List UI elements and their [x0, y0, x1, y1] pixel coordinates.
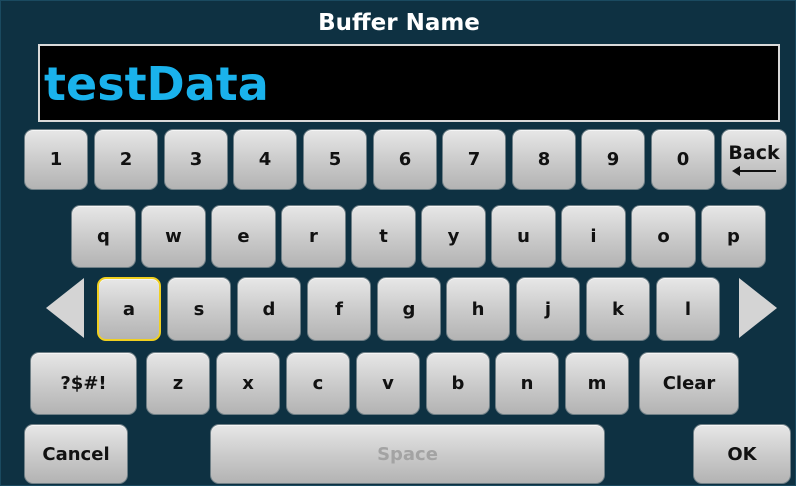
ok-button[interactable]: OK	[693, 424, 791, 484]
arrow-left-icon[interactable]	[46, 278, 84, 338]
key-i[interactable]: i	[561, 205, 626, 268]
key-q[interactable]: q	[71, 205, 136, 268]
key-1[interactable]: 1	[24, 129, 88, 190]
key-w[interactable]: w	[141, 205, 206, 268]
arrow-right-icon[interactable]	[739, 278, 777, 338]
key-y[interactable]: y	[421, 205, 486, 268]
space-button[interactable]: Space	[210, 424, 605, 484]
key-t[interactable]: t	[351, 205, 416, 268]
key-g[interactable]: g	[377, 277, 441, 341]
key-o[interactable]: o	[631, 205, 696, 268]
key-n[interactable]: n	[495, 352, 559, 415]
key-a[interactable]: a	[97, 277, 161, 341]
key-j[interactable]: j	[516, 277, 580, 341]
key-r[interactable]: r	[281, 205, 346, 268]
key-5[interactable]: 5	[303, 129, 367, 190]
back-arrow-icon	[732, 165, 776, 176]
key-d[interactable]: d	[237, 277, 301, 341]
key-v[interactable]: v	[356, 352, 420, 415]
key-b[interactable]: b	[426, 352, 490, 415]
clear-button[interactable]: Clear	[639, 352, 739, 415]
symbols-button[interactable]: ?$#!	[30, 352, 137, 415]
key-l[interactable]: l	[656, 277, 720, 341]
key-c[interactable]: c	[286, 352, 350, 415]
buffer-name-field[interactable]: testData	[38, 44, 780, 122]
key-9[interactable]: 9	[581, 129, 645, 190]
key-2[interactable]: 2	[94, 129, 158, 190]
key-8[interactable]: 8	[512, 129, 576, 190]
key-3[interactable]: 3	[164, 129, 228, 190]
key-0[interactable]: 0	[651, 129, 715, 190]
key-f[interactable]: f	[307, 277, 371, 341]
keyboard-dialog: Buffer Name testData 1 2 3 4 5 6 7 8 9 0…	[0, 0, 796, 486]
key-4[interactable]: 4	[233, 129, 297, 190]
key-e[interactable]: e	[211, 205, 276, 268]
key-7[interactable]: 7	[442, 129, 506, 190]
key-6[interactable]: 6	[373, 129, 437, 190]
back-button[interactable]: Back	[721, 129, 787, 190]
key-m[interactable]: m	[565, 352, 629, 415]
key-x[interactable]: x	[216, 352, 280, 415]
key-k[interactable]: k	[586, 277, 650, 341]
key-s[interactable]: s	[167, 277, 231, 341]
key-h[interactable]: h	[446, 277, 510, 341]
dialog-title: Buffer Name	[318, 10, 480, 36]
key-u[interactable]: u	[491, 205, 556, 268]
cancel-button[interactable]: Cancel	[24, 424, 128, 484]
key-z[interactable]: z	[146, 352, 210, 415]
buffer-name-value: testData	[44, 57, 269, 111]
key-p[interactable]: p	[701, 205, 766, 268]
